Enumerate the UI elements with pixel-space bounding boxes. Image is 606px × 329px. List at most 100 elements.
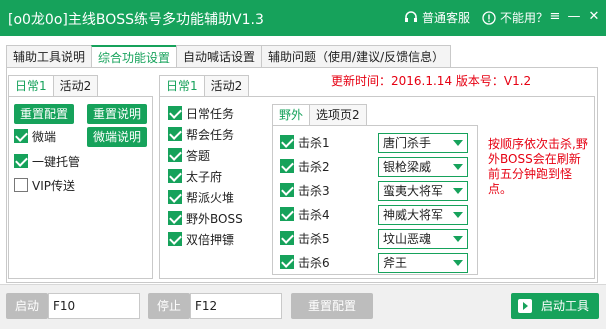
daily-task-checkbox[interactable]: 日常任务 (168, 104, 234, 122)
checkbox-label: 击杀2 (298, 159, 330, 174)
checkbox-label: 日常任务 (186, 106, 235, 121)
tab-event-left[interactable]: 活动2 (52, 75, 99, 97)
kill-2-checkbox[interactable]: 击杀2 (280, 157, 330, 175)
checkbox-checked-icon (14, 129, 28, 143)
checkbox-checked-icon (168, 127, 182, 141)
checkbox-checked-icon (168, 169, 182, 183)
checkbox-checked-icon (168, 190, 182, 204)
prince-mansion-checkbox[interactable]: 太子府 (168, 167, 222, 185)
stop-hotkey-field[interactable]: F12 (190, 293, 282, 319)
left-subtab-strip: 日常1 活动2 (8, 75, 99, 97)
kill-5-checkbox[interactable]: 击杀5 (280, 229, 330, 247)
quiz-checkbox[interactable]: 答题 (168, 146, 210, 164)
kill-3-select[interactable]: 蛮夷大将军 (378, 181, 468, 201)
checkbox-checked-icon (168, 106, 182, 120)
tab-daily-left[interactable]: 日常1 (8, 75, 54, 97)
reset-desc-button[interactable]: 重置说明 (87, 104, 147, 124)
tab-auto-chat-settings[interactable]: 自动喊话设置 (176, 45, 263, 68)
checkbox-checked-icon (280, 231, 294, 245)
double-escort-checkbox[interactable]: 双倍押镖 (168, 230, 234, 248)
select-value: 神威大将军 (383, 208, 444, 222)
start-hotkey-field[interactable]: F10 (48, 293, 140, 319)
dropdown-arrow-icon (453, 188, 463, 194)
launch-tool-label: 启动工具 (541, 299, 590, 313)
checkbox-label: 微端 (32, 129, 57, 144)
alert-icon (482, 10, 496, 25)
guild-task-checkbox[interactable]: 帮会任务 (168, 125, 234, 143)
stop-hotkey-label: 停止 (148, 293, 190, 319)
tab-event-middle[interactable]: 活动2 (203, 75, 250, 97)
checkbox-label: 帮派火堆 (186, 190, 235, 205)
title-bar: [o0龙0o]主线BOSS练号多功能辅助V1.3 普通客服 不能用？ ≡ — ✕ (0, 0, 606, 36)
boss-notice: 按顺序依次击杀,野外BOSS会在刷新前五分钟跑到怪点。 (488, 137, 588, 196)
checkbox-label: 击杀1 (298, 135, 330, 150)
select-value: 唐门杀手 (383, 136, 432, 150)
select-value: 坟山恶魂 (383, 232, 432, 246)
checkbox-label: 帮会任务 (186, 127, 235, 142)
micro-client-desc-button[interactable]: 微端说明 (87, 127, 147, 147)
support-label: 普通客服 (422, 11, 471, 25)
checkbox-label: 击杀5 (298, 231, 330, 246)
checkbox-checked-icon (14, 154, 28, 168)
unavailable-link[interactable]: 不能用？ (482, 9, 548, 26)
dropdown-arrow-icon (453, 236, 463, 242)
checkbox-label: VIP传送 (32, 178, 75, 193)
tab-help-feedback[interactable]: 辅助问题（使用/建议/反馈信息） (261, 45, 452, 68)
unavailable-label: 不能用？ (500, 11, 549, 25)
play-icon (517, 298, 533, 314)
kill-1-checkbox[interactable]: 击杀1 (280, 133, 330, 151)
menu-icon[interactable]: ≡ (547, 9, 563, 25)
checkbox-checked-icon (280, 207, 294, 221)
kill-2-select[interactable]: 银枪梁威 (378, 157, 468, 177)
kill-4-select[interactable]: 神威大将军 (378, 205, 468, 225)
checkbox-checked-icon (280, 135, 294, 149)
dropdown-arrow-icon (453, 212, 463, 218)
checkbox-checked-icon (168, 211, 182, 225)
window-title: [o0龙0o]主线BOSS练号多功能辅助V1.3 (8, 12, 264, 28)
checkbox-unchecked-icon (14, 178, 28, 192)
minimize-button[interactable]: — (566, 9, 582, 25)
vip-teleport-checkbox[interactable]: VIP传送 (14, 176, 75, 194)
kill-1-select[interactable]: 唐门杀手 (378, 133, 468, 153)
checkbox-label: 双倍押镖 (186, 232, 235, 247)
headset-icon (404, 10, 418, 25)
checkbox-checked-icon (280, 255, 294, 269)
checkbox-label: 野外BOSS (186, 211, 243, 226)
tab-field[interactable]: 野外 (272, 104, 311, 126)
checkbox-label: 太子府 (186, 169, 223, 184)
checkbox-label: 击杀3 (298, 183, 330, 198)
kill-6-select[interactable]: 斧王 (378, 253, 468, 273)
dropdown-arrow-icon (453, 140, 463, 146)
kill-6-checkbox[interactable]: 击杀6 (280, 253, 330, 271)
kill-4-checkbox[interactable]: 击杀4 (280, 205, 330, 223)
tab-general-settings[interactable]: 综合功能设置 (91, 45, 178, 68)
checkbox-label: 击杀6 (298, 255, 330, 270)
tab-daily-middle[interactable]: 日常1 (159, 75, 205, 97)
checkbox-label: 答题 (186, 148, 211, 163)
support-link[interactable]: 普通客服 (404, 9, 470, 26)
checkbox-checked-icon (280, 159, 294, 173)
kill-5-select[interactable]: 坟山恶魂 (378, 229, 468, 249)
checkbox-label: 击杀4 (298, 207, 330, 222)
tab-tool-description[interactable]: 辅助工具说明 (6, 45, 93, 68)
select-value: 蛮夷大将军 (383, 184, 444, 198)
main-tab-strip: 辅助工具说明 综合功能设置 自动喊话设置 辅助问题（使用/建议/反馈信息） (6, 45, 452, 68)
checkbox-checked-icon (280, 183, 294, 197)
close-button[interactable]: ✕ (586, 9, 602, 25)
launch-tool-button[interactable]: 启动工具 (511, 293, 599, 319)
kill-3-checkbox[interactable]: 击杀3 (280, 181, 330, 199)
boss-subtab-strip: 野外 选项页2 (272, 104, 367, 126)
micro-client-checkbox[interactable]: 微端 (14, 127, 56, 145)
reset-config-bottom-button[interactable]: 重置配置 (291, 293, 373, 319)
reset-config-button[interactable]: 重置配置 (14, 104, 74, 124)
middle-subtab-strip: 日常1 活动2 (159, 75, 250, 97)
update-info: 更新时间：2016.1.14 版本号：V1.2 (331, 74, 532, 88)
checkbox-label: 一键托管 (32, 154, 81, 169)
select-value: 银枪梁威 (383, 160, 432, 174)
guild-bonfire-checkbox[interactable]: 帮派火堆 (168, 188, 234, 206)
checkbox-checked-icon (168, 148, 182, 162)
field-boss-checkbox[interactable]: 野外BOSS (168, 209, 243, 227)
dropdown-arrow-icon (453, 260, 463, 266)
one-click-hosting-checkbox[interactable]: 一键托管 (14, 152, 80, 170)
tab-options-2[interactable]: 选项页2 (309, 104, 367, 126)
